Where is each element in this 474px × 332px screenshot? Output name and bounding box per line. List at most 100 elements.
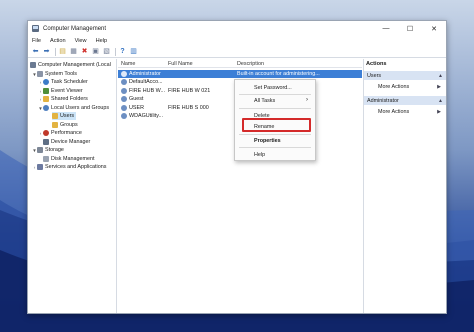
user-icon <box>121 96 127 102</box>
user-icon <box>121 105 127 111</box>
menu-item-label: Set Password... <box>254 85 292 91</box>
user-icon <box>121 71 127 77</box>
services-icon <box>37 164 43 170</box>
console-tree: Computer Management (Local ▼ System Tool… <box>28 59 117 313</box>
tree-item-disk-management[interactable]: Disk Management <box>43 155 94 163</box>
tree-item-task-scheduler[interactable]: › Task Scheduler <box>38 78 88 86</box>
column-header-name[interactable]: Name <box>121 61 135 67</box>
tree-item-device-manager[interactable]: Device Manager <box>43 138 90 146</box>
menu-separator <box>239 134 311 135</box>
help-icon[interactable]: ? <box>118 47 127 56</box>
tree-item-users[interactable]: Users <box>52 112 77 120</box>
menu-file[interactable]: File <box>32 38 41 44</box>
actions-section-users[interactable]: Users ▲ <box>364 71 446 80</box>
menu-item-help[interactable]: Help <box>235 150 315 159</box>
actions-section-administrator[interactable]: Administrator ▲ <box>364 96 446 105</box>
actions-pane: Actions Users ▲ More Actions ▶ Administr… <box>363 59 446 313</box>
title-bar[interactable]: Computer Management — ☐ ✕ <box>28 21 446 36</box>
refresh-icon[interactable]: ▧ <box>102 47 111 56</box>
computer-management-window: Computer Management — ☐ ✕ File Action Vi… <box>27 20 447 314</box>
cell-full-name: FIRE HUB W 021 <box>168 88 211 94</box>
tree-item-services-and-applications[interactable]: › Services and Applications <box>32 163 106 171</box>
folder-icon <box>52 122 58 128</box>
close-button[interactable]: ✕ <box>422 21 446 36</box>
tree-label: Device Manager <box>51 139 91 145</box>
minimize-button[interactable]: — <box>374 21 398 36</box>
menu-view[interactable]: View <box>75 38 87 44</box>
submenu-arrow-icon: ▶ <box>437 109 441 115</box>
section-title: Users <box>367 72 382 79</box>
collapse-icon[interactable]: ▲ <box>438 73 443 79</box>
table-row[interactable]: Administrator Built-in account for admin… <box>118 70 362 78</box>
window-controls: — ☐ ✕ <box>374 21 446 36</box>
menu-bar: File Action View Help <box>28 36 446 46</box>
toolbar-separator <box>55 47 56 56</box>
tree-item-local-users-and-groups[interactable]: ▼ Local Users and Groups <box>38 104 109 112</box>
menu-item-label: Properties <box>254 138 281 144</box>
tree-item-storage[interactable]: ▼ Storage <box>32 146 64 154</box>
properties-icon[interactable]: ▦ <box>69 47 78 56</box>
more-actions-link[interactable]: More Actions <box>378 84 409 90</box>
tree-label: Computer Management (Local <box>38 62 111 68</box>
collapse-icon[interactable]: ▲ <box>438 98 443 104</box>
menu-item-all-tasks[interactable]: All Tasks › <box>235 96 315 105</box>
toolbar: ⬅ ➡ ▤ ▦ ✖ ▣ ▧ ? ▥ <box>28 46 446 58</box>
submenu-arrow-icon: › <box>306 97 308 103</box>
tree-label: Disk Management <box>51 156 95 162</box>
back-arrow-icon[interactable]: ⬅ <box>31 47 40 56</box>
tree-item-groups[interactable]: Groups <box>52 121 78 129</box>
tree-label: Storage <box>45 147 64 153</box>
column-headers: Name Full Name Description <box>118 59 362 68</box>
tree-item-performance[interactable]: › Performance <box>38 129 82 137</box>
user-icon <box>121 88 127 94</box>
tree-label: Users <box>60 113 75 119</box>
tree-label: Event Viewer <box>51 88 83 94</box>
tree-label: Task Scheduler <box>51 79 88 85</box>
tree-item-system-tools[interactable]: ▼ System Tools <box>32 70 77 78</box>
tree-label: Groups <box>60 122 78 128</box>
export-icon[interactable]: ▣ <box>91 47 100 56</box>
tree-label: Local Users and Groups <box>51 105 110 111</box>
show-hide-icon[interactable]: ▥ <box>129 47 138 56</box>
menu-action[interactable]: Action <box>50 38 66 44</box>
tree-label: Performance <box>51 130 82 136</box>
submenu-arrow-icon: ▶ <box>437 84 441 90</box>
performance-icon <box>43 130 49 136</box>
actions-header: Actions <box>366 61 387 67</box>
up-folder-icon[interactable]: ▤ <box>58 47 67 56</box>
window-title: Computer Management <box>43 25 107 32</box>
tree-label: System Tools <box>45 71 77 77</box>
menu-separator <box>239 108 311 109</box>
tree-item-computer-management[interactable]: Computer Management (Local <box>30 61 111 69</box>
event-viewer-icon <box>43 88 49 94</box>
users-group-icon <box>43 105 49 111</box>
tree-label: Services and Applications <box>45 164 107 170</box>
menu-separator <box>239 94 311 95</box>
computer-icon <box>30 62 36 68</box>
delete-icon[interactable]: ✖ <box>80 47 89 56</box>
tree-item-shared-folders[interactable]: › Shared Folders <box>38 95 88 103</box>
storage-icon <box>37 147 43 153</box>
cell-name: Administrator <box>129 71 161 77</box>
column-header-description[interactable]: Description <box>237 61 264 67</box>
user-icon <box>121 79 127 85</box>
computer-management-icon <box>32 25 39 32</box>
tools-icon <box>37 71 43 77</box>
menu-item-label: Help <box>254 152 266 158</box>
menu-item-set-password[interactable]: Set Password... <box>235 83 315 92</box>
maximize-button[interactable]: ☐ <box>398 21 422 36</box>
column-header-full-name[interactable]: Full Name <box>168 61 193 67</box>
menu-item-label: All Tasks <box>254 98 276 104</box>
toolbar-separator <box>115 47 116 56</box>
tree-item-event-viewer[interactable]: › Event Viewer <box>38 87 83 95</box>
cell-name: Guest <box>129 96 144 102</box>
more-actions-link[interactable]: More Actions <box>378 109 409 115</box>
menu-item-properties[interactable]: Properties <box>235 136 315 145</box>
forward-arrow-icon[interactable]: ➡ <box>42 47 51 56</box>
cell-description: Built-in account for administering... <box>237 71 320 77</box>
cell-name: WDAGUtility... <box>129 113 164 119</box>
tree-label: Shared Folders <box>51 96 88 102</box>
folder-icon <box>52 113 58 119</box>
device-manager-icon <box>43 139 49 145</box>
menu-help[interactable]: Help <box>96 38 108 44</box>
